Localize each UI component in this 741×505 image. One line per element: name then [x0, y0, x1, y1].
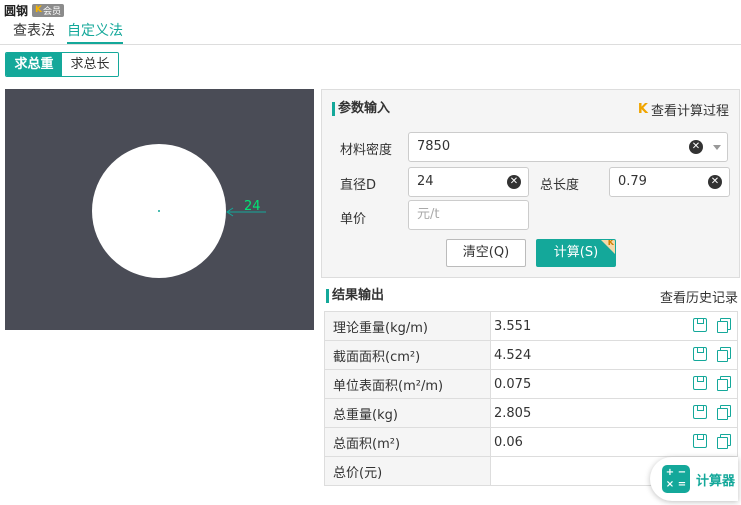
dimension-label: 24: [244, 199, 261, 214]
unit-price-input[interactable]: [417, 207, 513, 222]
table-row: 截面面积(cm²) 4.524: [324, 340, 738, 370]
result-value: 4.524: [494, 347, 532, 363]
param-panel: 参数输入 K 查看计算过程 材料密度 ✕ 直径D ✕ 总长度 ✕ 单价 清空(Q…: [321, 89, 740, 278]
calculator-fab[interactable]: + − × = 计算器: [650, 457, 738, 501]
unit-price-field[interactable]: [408, 200, 529, 230]
calculator-icon: + − × =: [662, 465, 690, 493]
cross-section-preview: 24: [5, 89, 314, 330]
result-cell: 2.805: [490, 398, 738, 428]
center-point: [158, 210, 160, 212]
total-length-input[interactable]: [618, 174, 714, 189]
result-cell: 0.06: [490, 427, 738, 457]
mode-toggle: 求总重 求总长: [5, 52, 119, 77]
result-cell: 4.524: [490, 340, 738, 370]
result-value: 3.551: [494, 318, 532, 334]
table-row: 单位表面积(m²/m) 0.075: [324, 369, 738, 399]
result-label: 总重量(kg): [324, 398, 491, 428]
app-title: 圆钢: [4, 3, 29, 18]
diameter-label: 直径D: [340, 178, 377, 193]
total-weight-button[interactable]: 求总重: [6, 53, 62, 76]
diameter-field[interactable]: ✕: [408, 167, 529, 197]
calculate-button-label: 计算(S): [553, 245, 599, 260]
save-icon[interactable]: [693, 434, 707, 448]
result-label: 总价(元): [324, 456, 491, 486]
calculate-button[interactable]: 计算(S) K: [536, 239, 616, 267]
copy-icon[interactable]: [717, 405, 731, 420]
vip-badge[interactable]: K 会员: [32, 3, 65, 17]
copy-icon[interactable]: [717, 376, 731, 391]
copy-icon[interactable]: [717, 434, 731, 449]
result-cell: 3.551: [490, 311, 738, 341]
diameter-clear-icon[interactable]: ✕: [507, 175, 521, 189]
save-icon[interactable]: [693, 376, 707, 390]
clear-button[interactable]: 清空(Q): [446, 239, 526, 267]
result-value: 0.075: [494, 376, 532, 392]
result-value: 0.06: [494, 434, 523, 450]
table-row: 总面积(m²) 0.06: [324, 427, 738, 457]
result-label: 总面积(m²): [324, 427, 491, 457]
vip-badge-label: 会员: [43, 6, 62, 17]
total-length-clear-icon[interactable]: ✕: [708, 175, 722, 189]
vip-k-icon: K: [35, 5, 42, 15]
chevron-down-icon[interactable]: [713, 145, 721, 150]
save-icon[interactable]: [693, 405, 707, 419]
result-cell: 0.075: [490, 369, 738, 399]
results-heading: 结果输出: [326, 289, 384, 303]
density-select[interactable]: ✕: [408, 132, 728, 162]
tab-custom-method[interactable]: 自定义法: [67, 22, 123, 44]
view-history-link[interactable]: 查看历史记录: [660, 287, 738, 306]
result-label: 截面面积(cm²): [324, 340, 491, 370]
density-label: 材料密度: [340, 143, 393, 158]
density-input[interactable]: [417, 139, 672, 154]
total-length-label: 总长度: [540, 178, 580, 193]
calc-process-label: 查看计算过程: [650, 104, 729, 119]
save-icon[interactable]: [693, 347, 707, 361]
tab-lookup-method[interactable]: 查表法: [13, 22, 55, 44]
unit-price-label: 单价: [340, 212, 367, 227]
total-length-button[interactable]: 求总长: [62, 53, 118, 76]
method-tabs: 查表法 自定义法: [0, 19, 741, 45]
result-value: 2.805: [494, 405, 532, 421]
calc-process-icon: K: [637, 102, 648, 117]
copy-icon[interactable]: [717, 347, 731, 362]
title-row: 圆钢 K 会员: [4, 2, 65, 18]
copy-icon[interactable]: [717, 318, 731, 333]
table-row: 理论重量(kg/m) 3.551: [324, 311, 738, 341]
save-icon[interactable]: [693, 318, 707, 332]
result-label: 理论重量(kg/m): [324, 311, 491, 341]
total-length-field[interactable]: ✕: [609, 167, 730, 197]
view-calc-process-link[interactable]: K 查看计算过程: [638, 100, 729, 119]
density-clear-icon[interactable]: ✕: [689, 140, 703, 154]
vip-corner-icon: K: [607, 239, 614, 247]
round-bar-diagram: 24: [92, 144, 266, 278]
param-heading: 参数输入: [332, 102, 390, 116]
result-label: 单位表面积(m²/m): [324, 369, 491, 399]
diameter-input[interactable]: [417, 174, 513, 189]
calculator-label: 计算器: [696, 473, 736, 489]
table-row: 总重量(kg) 2.805: [324, 398, 738, 428]
